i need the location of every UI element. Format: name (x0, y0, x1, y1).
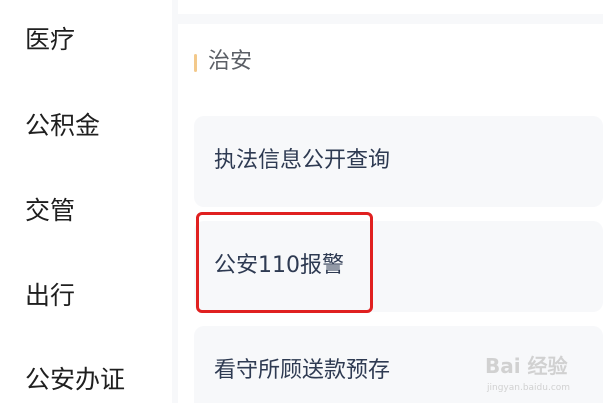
section-title: 治安 (208, 49, 253, 74)
watermark-url: jingyan.baidu.com (486, 383, 570, 393)
app-screen: 医疗 公积金 交管 出行 公安办证 治安 执法信息公开查询 公安110报警 看守… (0, 0, 603, 403)
service-item-label: 看守所顾送款预存 (214, 358, 391, 383)
baidu-jingyan-watermark: Bai 经验 jingyan.baidu.com (485, 354, 570, 393)
previous-section-card (178, 0, 603, 14)
sidebar-item-housing-fund[interactable]: 公积金 (25, 109, 100, 143)
sidebar-item-medical[interactable]: 医疗 (25, 23, 75, 57)
sidebar-item-travel[interactable]: 出行 (25, 279, 75, 313)
section-accent-bar (194, 54, 197, 72)
service-item-law-enforcement-info[interactable]: 执法信息公开查询 (194, 116, 603, 207)
red-highlight-box (196, 212, 373, 313)
sidebar-item-traffic[interactable]: 交管 (25, 194, 75, 228)
service-content-pane: 治安 执法信息公开查询 公安110报警 看守所顾送款预存 (172, 0, 603, 403)
sidebar-item-police-certificates[interactable]: 公安办证 (25, 363, 125, 397)
watermark-brand: Bai 经验 (485, 354, 568, 378)
service-item-label: 执法信息公开查询 (214, 148, 391, 173)
category-sidebar: 医疗 公积金 交管 出行 公安办证 (0, 0, 172, 403)
